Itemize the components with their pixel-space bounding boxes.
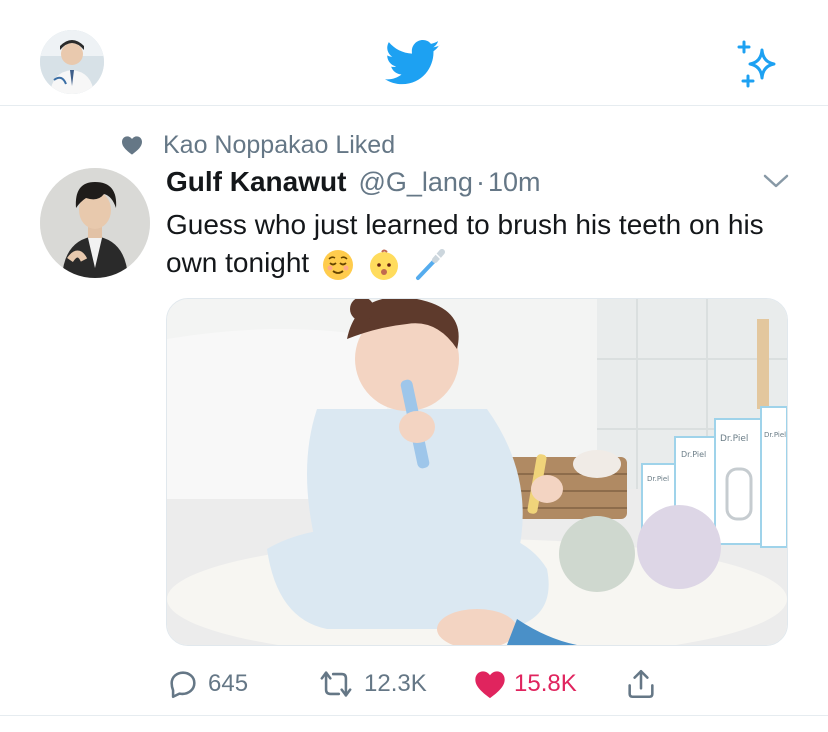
relieved-face-icon xyxy=(323,249,353,280)
author-handle[interactable]: @G_lang xyxy=(358,167,472,198)
tweet-text: Guess who just learned to brush his teet… xyxy=(166,209,764,278)
sparkle-icon[interactable] xyxy=(734,38,786,90)
heart-filled-icon xyxy=(475,671,505,699)
retweet-icon xyxy=(320,671,352,697)
svg-text:Dr.Piel: Dr.Piel xyxy=(647,475,669,483)
divider xyxy=(0,715,828,716)
user-avatar-icon xyxy=(40,30,104,94)
top-bar xyxy=(0,0,828,106)
author-display-name[interactable]: Gulf Kanawut xyxy=(166,166,346,198)
separator-dot: · xyxy=(475,167,485,197)
reply-count: 645 xyxy=(208,670,249,697)
svg-text:Dr.Piel: Dr.Piel xyxy=(764,431,786,439)
toothbrush-icon xyxy=(415,248,445,280)
svg-text:Dr.Piel: Dr.Piel xyxy=(720,434,748,444)
tweet-body: Guess who just learned to brush his teet… xyxy=(166,206,786,282)
author-avatar[interactable] xyxy=(40,168,150,278)
like-count: 15.8K xyxy=(514,670,577,697)
profile-avatar[interactable] xyxy=(40,30,104,94)
reply-icon xyxy=(170,671,196,699)
twitter-bird-icon[interactable] xyxy=(384,40,442,86)
reply-button[interactable]: 645 xyxy=(166,664,248,704)
like-button[interactable]: 15.8K xyxy=(474,664,577,704)
chevron-down-icon[interactable] xyxy=(762,172,790,190)
author-photo xyxy=(40,168,150,278)
tweet-timestamp[interactable]: 10m xyxy=(488,167,541,198)
retweet-button[interactable]: 12.3K xyxy=(316,664,427,704)
liked-by-label[interactable]: Kao Noppakao Liked xyxy=(163,131,395,160)
tweet-media[interactable]: Dr.Piel Dr.Piel Dr.Piel Dr.Piel xyxy=(166,298,788,646)
svg-text:Dr.Piel: Dr.Piel xyxy=(681,450,706,459)
social-context: Kao Noppakao Liked xyxy=(121,130,395,160)
share-icon xyxy=(628,669,654,699)
heart-icon xyxy=(122,136,142,155)
share-button[interactable] xyxy=(624,664,658,704)
photo-baby-brushing-teeth: Dr.Piel Dr.Piel Dr.Piel Dr.Piel xyxy=(167,299,787,645)
tweet-header: Gulf Kanawut @G_lang · 10m xyxy=(166,166,540,202)
tweet-actions: 645 12.3K 15.8K xyxy=(0,664,828,704)
baby-face-icon xyxy=(369,249,398,280)
retweet-count: 12.3K xyxy=(364,670,427,697)
